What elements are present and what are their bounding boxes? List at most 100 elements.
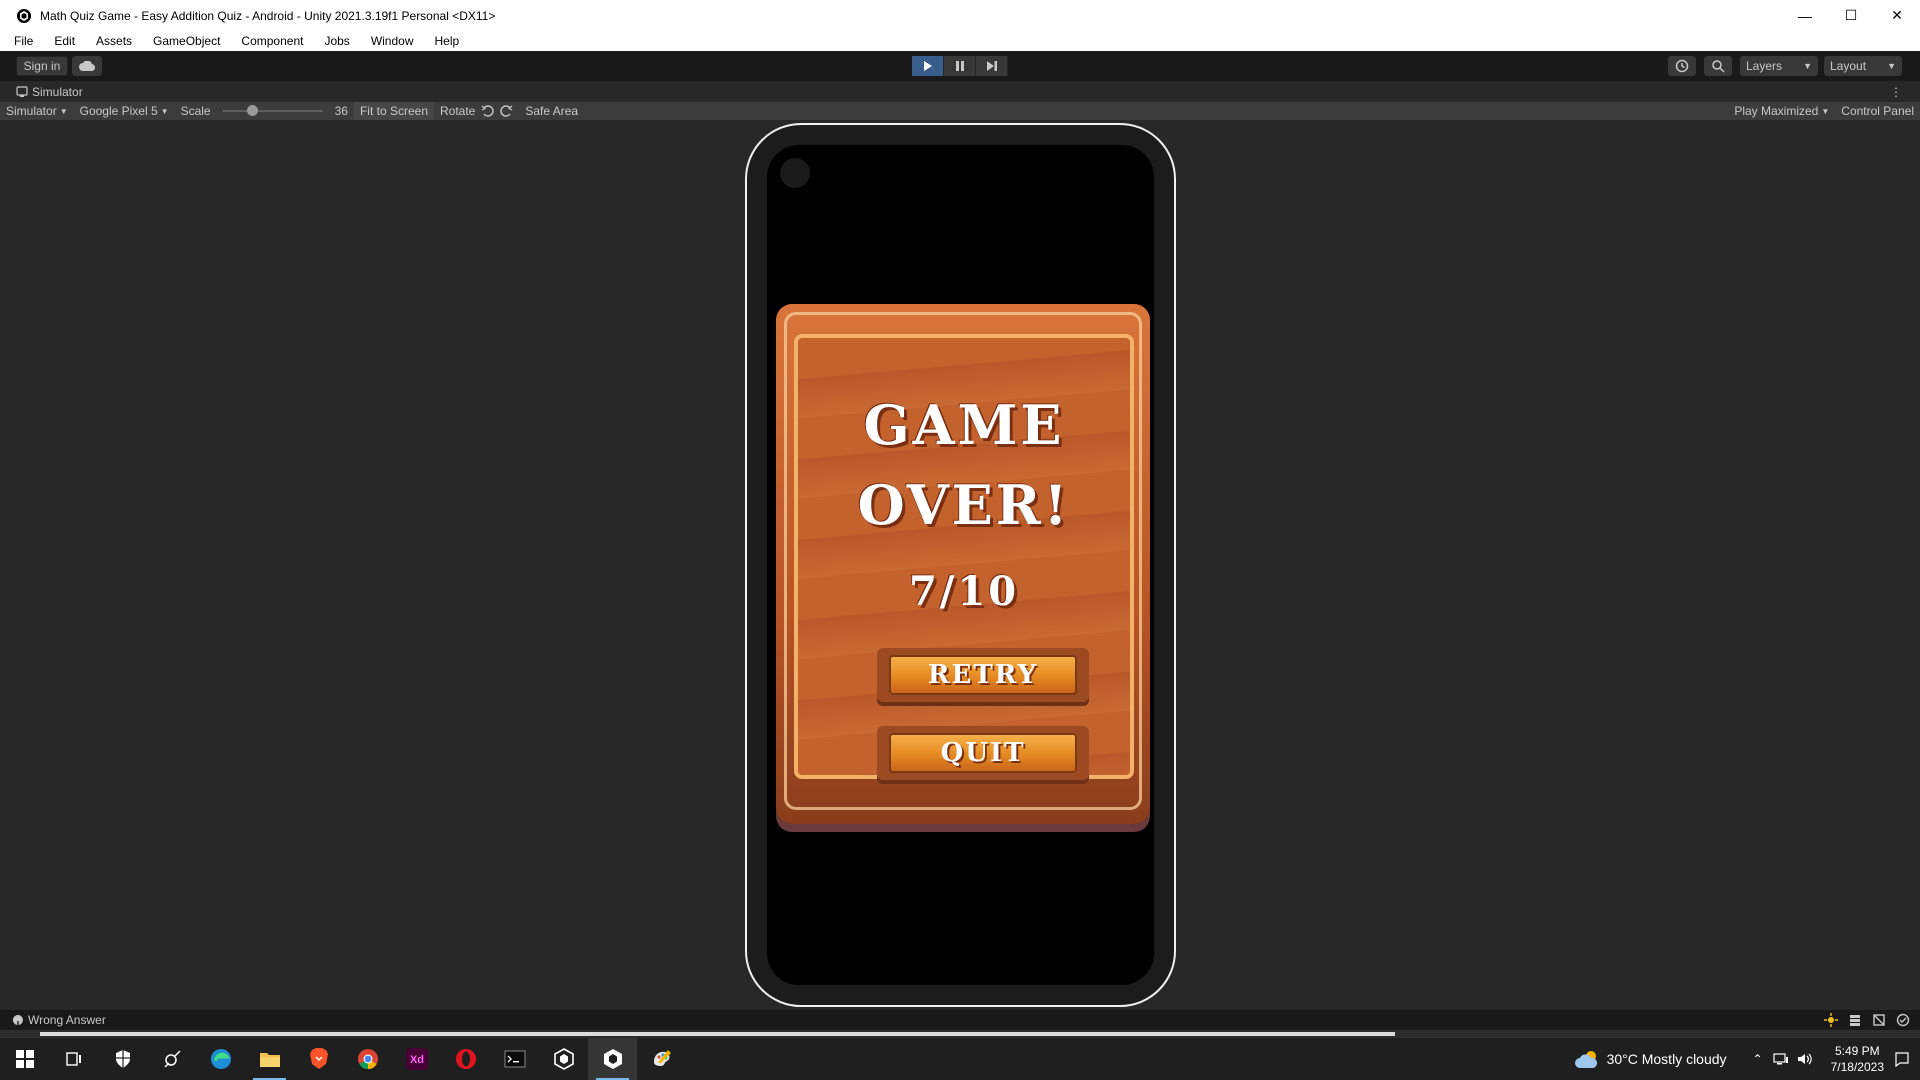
chevron-down-icon: ▼ (1803, 61, 1812, 71)
menu-gameobject[interactable]: GameObject (153, 34, 220, 48)
quit-button[interactable]: QUIT (877, 726, 1089, 780)
cloud-button[interactable] (72, 56, 102, 76)
minimize-button[interactable]: — (1782, 0, 1828, 31)
brave-icon[interactable] (294, 1038, 343, 1080)
scale-slider[interactable] (222, 105, 323, 116)
menu-edit[interactable]: Edit (54, 34, 75, 48)
retry-button[interactable]: RETRY (877, 648, 1089, 702)
menu-bar: File Edit Assets GameObject Component Jo… (0, 31, 1920, 51)
lighting-icon[interactable] (1824, 1013, 1838, 1027)
fit-to-screen-button[interactable]: Fit to Screen (353, 102, 434, 120)
console-status-bar[interactable]: Wrong Answer (0, 1010, 1920, 1030)
task-view-icon[interactable] (49, 1038, 98, 1080)
playback-controls (912, 56, 1008, 76)
scrollbar-thumb[interactable] (40, 1032, 1395, 1036)
adobe-xd-icon[interactable]: Xd (392, 1038, 441, 1080)
clock[interactable]: 5:49 PM 7/18/2023 (1831, 1043, 1884, 1075)
menu-help[interactable]: Help (435, 34, 460, 48)
menu-window[interactable]: Window (371, 34, 414, 48)
camera-cutout (780, 158, 810, 188)
satellite-app-icon[interactable] (147, 1038, 196, 1080)
layers-dropdown[interactable]: Layers ▼ (1740, 56, 1818, 76)
svg-text:Xd: Xd (409, 1054, 423, 1066)
main-toolbar: Sign in Layers ▼ Layout ▼ (0, 51, 1920, 81)
history-icon (1675, 59, 1689, 73)
edge-icon[interactable] (196, 1038, 245, 1080)
device-dropdown[interactable]: Google Pixel 5 ▼ (74, 102, 175, 120)
step-button[interactable] (976, 56, 1008, 76)
simulator-icon (16, 85, 28, 97)
opera-icon[interactable] (441, 1038, 490, 1080)
clock-time: 5:49 PM (1834, 1044, 1880, 1058)
info-icon (12, 1015, 23, 1025)
quit-button-label: QUIT (889, 733, 1077, 773)
chevron-down-icon: ▼ (1887, 61, 1896, 71)
scale-label: Scale (180, 104, 211, 118)
chrome-icon[interactable] (343, 1038, 392, 1080)
history-button[interactable] (1668, 56, 1696, 76)
clock-date: 7/18/2023 (1830, 1060, 1884, 1074)
window-title: Math Quiz Game - Easy Addition Quiz - An… (40, 8, 496, 23)
device-label: Google Pixel 5 (79, 104, 158, 118)
maximize-button[interactable]: ☐ (1828, 0, 1874, 31)
rotate-left-icon[interactable] (481, 104, 495, 118)
simulator-tab[interactable]: Simulator ⋮ (0, 81, 1920, 102)
show-hidden-icons-icon[interactable]: ⌃ (1753, 1052, 1763, 1066)
pause-icon (955, 61, 964, 71)
cloud-icon (79, 61, 95, 71)
weather-cloudy-icon (1574, 1051, 1597, 1068)
system-tray: 30°C Mostly cloudy ⌃ 5:49 PM 7/18/2023 (1574, 1038, 1920, 1080)
paint-icon[interactable] (637, 1038, 686, 1080)
debug-icon[interactable] (1872, 1013, 1886, 1027)
device-screen[interactable]: GAME OVER! 7/10 RETRY QUIT (767, 145, 1154, 985)
play-maximized-dropdown[interactable]: Play Maximized ▼ (1728, 102, 1835, 120)
rotate-control: Rotate (434, 102, 519, 120)
more-options-icon[interactable]: ⋮ (1890, 85, 1902, 99)
chevron-down-icon: ▼ (1821, 106, 1830, 116)
safe-area-toggle[interactable]: Safe Area (519, 102, 584, 120)
control-panel-button[interactable]: Control Panel (1835, 102, 1920, 120)
start-icon[interactable] (0, 1038, 49, 1080)
menu-file[interactable]: File (14, 34, 33, 48)
mode-label: Simulator (6, 104, 57, 118)
scale-slider-knob[interactable] (246, 105, 258, 116)
chevron-down-icon: ▼ (160, 106, 169, 116)
game-over-title-line1: GAME (863, 393, 1065, 457)
search-button[interactable] (1704, 56, 1732, 76)
play-icon (923, 61, 932, 71)
simulator-tab-label: Simulator (32, 84, 83, 99)
panel-inner: GAME OVER! 7/10 RETRY QUIT (794, 334, 1134, 780)
play-maximized-label: Play Maximized (1734, 104, 1819, 118)
simulator-toolbar-right: Play Maximized ▼ Control Panel (1728, 102, 1920, 120)
menu-assets[interactable]: Assets (96, 34, 132, 48)
layout-dropdown[interactable]: Layout ▼ (1824, 56, 1902, 76)
close-button[interactable]: ✕ (1874, 0, 1920, 31)
network-icon[interactable] (1773, 1052, 1789, 1066)
unity-logo-icon (17, 8, 31, 23)
security-icon[interactable] (98, 1038, 147, 1080)
menu-component[interactable]: Component (241, 34, 303, 48)
simulator-toolbar: Simulator ▼ Google Pixel 5 ▼ Scale 36 Fi… (0, 102, 1920, 120)
status-icons (1824, 1013, 1910, 1027)
pause-button[interactable] (944, 56, 976, 76)
step-icon (986, 61, 997, 71)
unity-editor-icon[interactable] (588, 1038, 637, 1080)
sign-in-button[interactable]: Sign in (16, 56, 68, 76)
file-explorer-icon[interactable] (245, 1038, 294, 1080)
weather-text[interactable]: 30°C Mostly cloudy (1607, 1051, 1727, 1067)
play-button[interactable] (912, 56, 944, 76)
horizontal-scrollbar[interactable] (0, 1030, 1920, 1038)
retry-button-label: RETRY (889, 655, 1077, 695)
terminal-icon[interactable] (490, 1038, 539, 1080)
chevron-down-icon: ▼ (59, 106, 68, 116)
menu-jobs[interactable]: Jobs (324, 34, 349, 48)
notifications-icon[interactable] (1894, 1051, 1910, 1067)
volume-icon[interactable] (1797, 1052, 1813, 1066)
check-icon[interactable] (1896, 1013, 1910, 1027)
score-text: 7/10 (908, 568, 1020, 615)
rotate-right-icon[interactable] (499, 104, 513, 118)
mode-dropdown[interactable]: Simulator ▼ (0, 102, 74, 120)
search-icon (1712, 60, 1725, 73)
unity-hub-icon[interactable] (539, 1038, 588, 1080)
cache-icon[interactable] (1848, 1013, 1862, 1027)
